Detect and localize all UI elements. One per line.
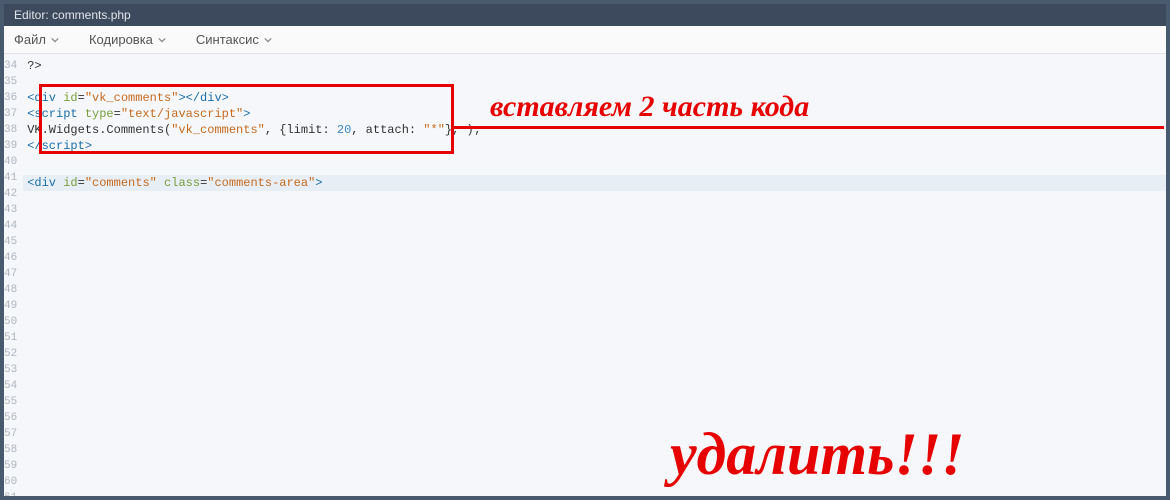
line-number: 54 [4,378,17,394]
code-editor[interactable]: 3435363738394041424344454647484950515253… [4,54,1166,496]
menu-bar: Файл Кодировка Синтаксис [4,26,1166,54]
line-number: 52 [4,346,17,362]
code-line: <script type="text/javascript"> [23,106,1166,122]
menu-syntax[interactable]: Синтаксис [196,32,272,47]
line-number: 44 [4,218,17,234]
code-line: </script> [23,138,1166,154]
line-number: 41 [4,170,17,186]
code-area[interactable]: ?> <div id="vk_comments"></div><script ty… [23,54,1166,496]
line-number: 61 [4,490,17,496]
chevron-down-icon [264,36,272,44]
code-line: ?> [23,58,1166,74]
line-number: 51 [4,330,17,346]
line-number: 43 [4,202,17,218]
menu-file[interactable]: Файл [14,32,59,47]
line-number: 34 [4,58,17,74]
code-line: <div id="comments" class="comments-area"… [23,175,1166,191]
menu-encoding[interactable]: Кодировка [89,32,166,47]
code-line: VK.Widgets.Comments("vk_comments", {limi… [23,122,1166,138]
window-title: Editor: comments.php [14,8,131,22]
line-number: 55 [4,394,17,410]
line-gutter: 3435363738394041424344454647484950515253… [4,54,23,496]
line-number: 53 [4,362,17,378]
line-number: 48 [4,282,17,298]
code-line [23,154,1166,170]
code-line: <div id="vk_comments"></div> [23,90,1166,106]
editor-window: Editor: comments.php Файл Кодировка Синт… [4,4,1166,496]
code-line [23,74,1166,90]
menu-encoding-label: Кодировка [89,32,153,47]
line-number: 45 [4,234,17,250]
line-number: 36 [4,90,17,106]
line-number: 39 [4,138,17,154]
line-number: 38 [4,122,17,138]
line-number: 56 [4,410,17,426]
line-number: 50 [4,314,17,330]
line-number: 58 [4,442,17,458]
line-number: 35 [4,74,17,90]
title-bar: Editor: comments.php [4,4,1166,26]
line-number: 40 [4,154,17,170]
menu-file-label: Файл [14,32,46,47]
chevron-down-icon [158,36,166,44]
line-number: 59 [4,458,17,474]
line-number: 46 [4,250,17,266]
line-number: 47 [4,266,17,282]
line-number: 60 [4,474,17,490]
line-number: 42 [4,186,17,202]
line-number: 37 [4,106,17,122]
menu-syntax-label: Синтаксис [196,32,259,47]
chevron-down-icon [51,36,59,44]
line-number: 49 [4,298,17,314]
line-number: 57 [4,426,17,442]
